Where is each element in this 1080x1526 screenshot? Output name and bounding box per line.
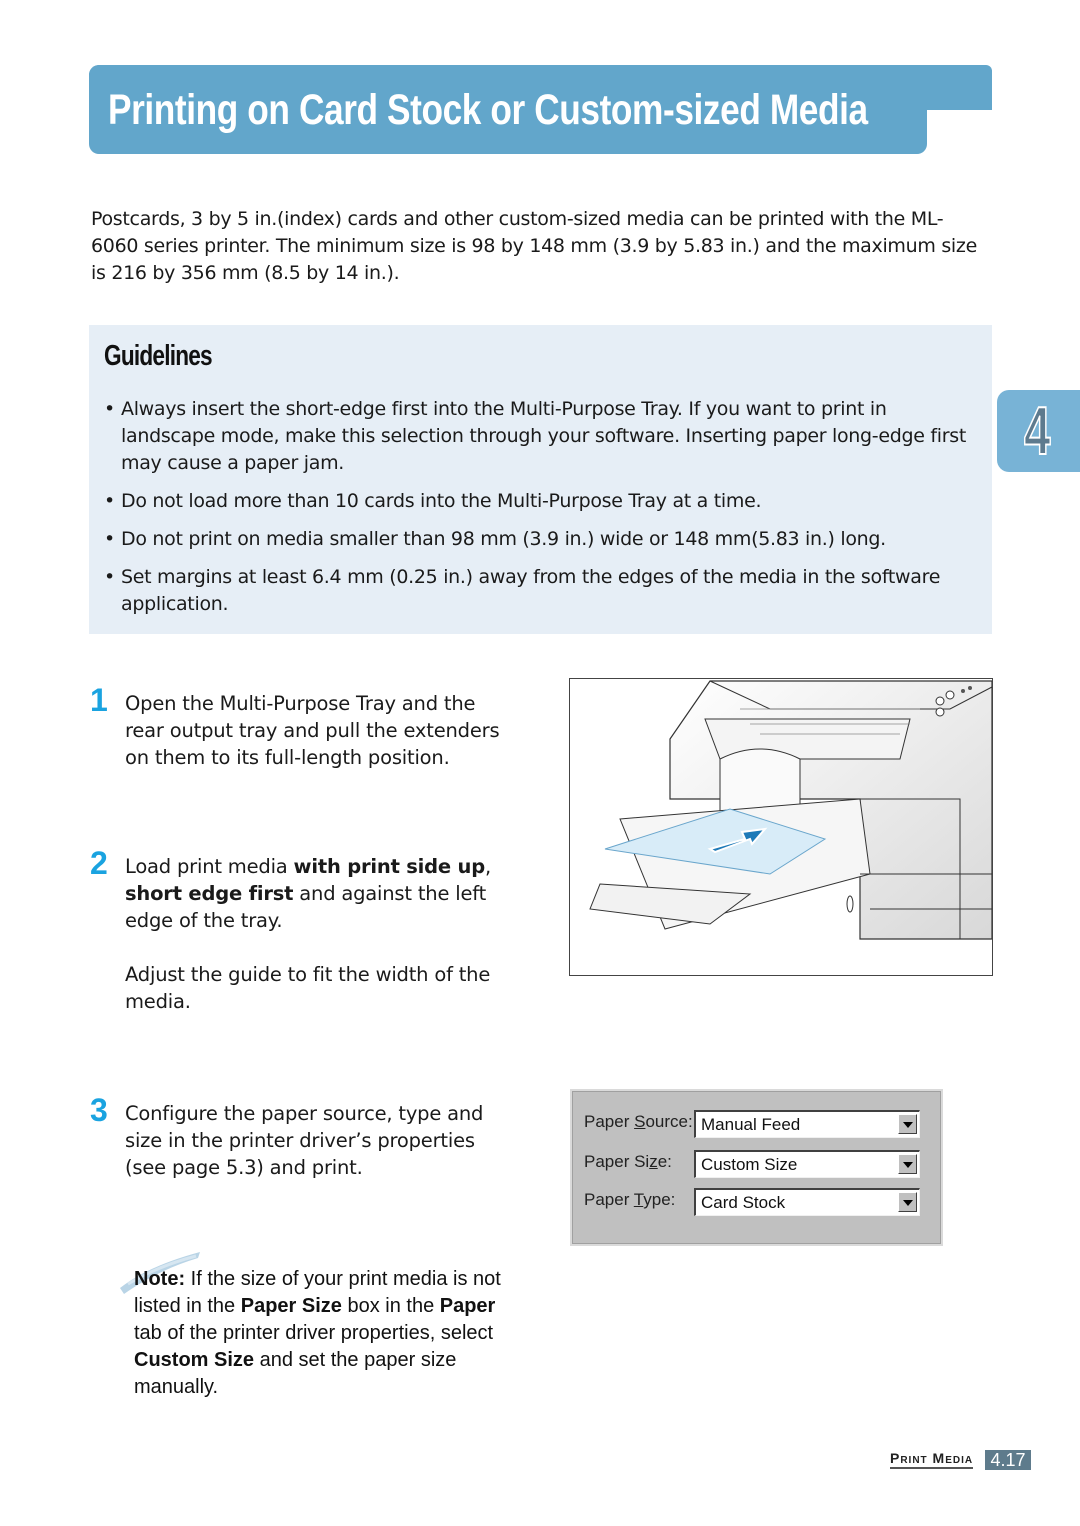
step-3-paragraph: Configure the paper source, type and siz… [125,1102,484,1179]
guideline-item: Do not print on media smaller than 98 mm… [104,526,984,553]
step-2-text-part: , [484,855,491,878]
paper-size-select[interactable]: Custom Size [694,1150,920,1178]
step-1-paragraph: Open the Multi-Purpose Tray and the rear… [125,692,500,769]
step-2-bold-short-edge: short edge first [125,882,294,905]
printer-drawing [589,680,992,940]
paper-type-value: Card Stock [701,1193,786,1212]
step-number-3: 3 [90,1092,108,1128]
guidelines-list: Always insert the short-edge first into … [104,396,984,629]
step-2-text-part: Load print media [125,855,294,878]
note-label: Note: [134,1268,186,1290]
note-bold-paper-size: Paper Size [240,1295,342,1317]
step-1-text: Open the Multi-Purpose Tray and the rear… [125,690,505,798]
page-number: 4.17 [985,1450,1031,1470]
paper-type-label: Paper Type: [584,1190,676,1209]
step-3-text: Configure the paper source, type and siz… [125,1100,505,1208]
chevron-down-icon[interactable] [898,1154,917,1174]
guideline-item: Always insert the short-edge first into … [104,396,984,477]
paper-source-value: Manual Feed [701,1115,801,1134]
chevron-down-icon[interactable] [898,1114,917,1134]
step-2-bold-print-side: with print side up [293,855,486,878]
guideline-item: Do not load more than 10 cards into the … [104,488,984,515]
note-bold-custom-size: Custom Size [134,1349,255,1371]
paper-size-value: Custom Size [701,1155,798,1174]
paper-source-select[interactable]: Manual Feed [694,1110,920,1138]
guidelines-heading: Guidelines [104,340,213,372]
step-number-2: 2 [90,845,108,881]
guideline-item: Set margins at least 6.4 mm (0.25 in.) a… [104,564,984,618]
paper-settings-dialog: Paper Source: Manual Feed Paper Size: Cu… [570,1089,943,1246]
paper-size-label: Paper Size: [584,1152,672,1171]
footer-section: Print Media [890,1450,974,1469]
paper-type-row: Paper Type: Card Stock [584,1188,924,1216]
note-bold-paper: Paper [439,1295,496,1317]
chapter-number: 4 [1023,392,1051,470]
printer-illustration [569,678,993,976]
step-number-1: 1 [90,682,108,718]
paper-source-row: Paper Source: Manual Feed [584,1110,924,1138]
paper-type-select[interactable]: Card Stock [694,1188,920,1216]
note-text: Note: If the size of your print media is… [134,1268,501,1398]
step-2-paragraph: Load print media with print side up, sho… [125,853,505,934]
paper-size-row: Paper Size: Custom Size [584,1150,924,1178]
step-2-text: Load print media with print side up, sho… [125,853,505,1042]
page-title: Printing on Card Stock or Custom-sized M… [108,86,868,134]
paper-source-label: Paper Source: [584,1112,693,1131]
step-2-extra: Adjust the guide to fit the width of the… [125,963,491,1013]
intro-paragraph: Postcards, 3 by 5 in.(index) cards and o… [91,208,977,284]
chevron-down-icon[interactable] [898,1192,917,1212]
